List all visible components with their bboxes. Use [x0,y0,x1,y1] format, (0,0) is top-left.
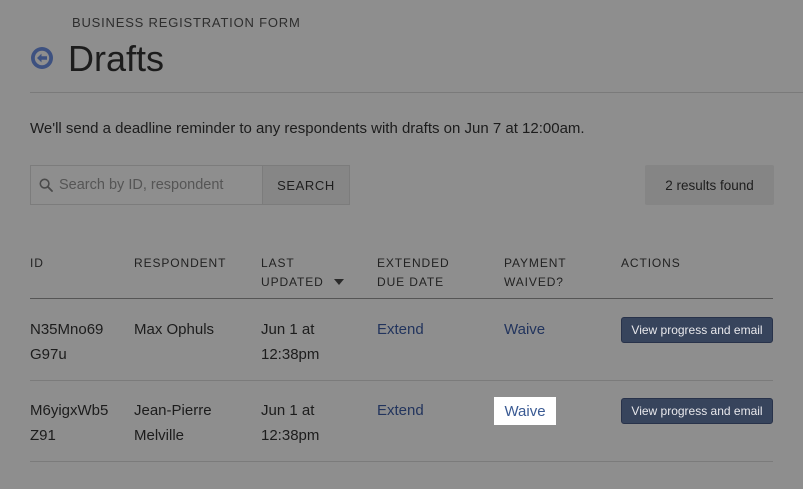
draft-id: M6yigxWb5Z91 [30,402,109,444]
extend-link[interactable]: Extend [377,402,424,419]
column-header-extended-due-date: EXTENDED DUE DATE [377,254,450,292]
column-header-label: DUE DATE [377,275,444,289]
column-header-last-updated[interactable]: LAST UPDATED [261,254,344,292]
waive-link[interactable]: Waive [504,321,545,338]
column-header-label: WAIVED? [504,275,564,289]
respondent-name: Max Ophuls [134,321,215,338]
column-header-label: RESPONDENT [134,256,227,270]
column-header-payment-waived: PAYMENT WAIVED? [504,254,567,292]
table-row: N35Mno69G97u Max Ophuls Jun 1 at 12:38pm… [30,300,773,381]
deadline-notice: We'll send a deadline reminder to any re… [30,120,585,137]
results-count-badge: 2 results found [645,165,774,205]
search-icon [39,178,53,192]
back-arrow-icon[interactable] [30,46,54,70]
column-header-label: UPDATED [261,275,324,289]
column-header-label: LAST [261,256,295,270]
header-divider [30,92,803,93]
search-input[interactable] [59,177,259,193]
view-progress-email-button[interactable]: View progress and email [621,398,773,424]
last-updated-time: 12:38pm [261,345,320,363]
waive-highlight: Waive [494,397,556,425]
last-updated: Jun 1 at 12:38pm [261,318,341,367]
last-updated-date: Jun 1 at [261,402,315,419]
table-row: M6yigxWb5Z91 Jean-Pierre Melville Jun 1 … [30,381,773,462]
last-updated: Jun 1 at 12:38pm [261,399,341,448]
column-header-respondent: RESPONDENT [134,254,226,273]
sort-descending-icon[interactable] [333,279,344,285]
respondent-name: Jean-Pierre Melville [134,402,212,444]
last-updated-date: Jun 1 at [261,321,315,338]
row-divider [30,461,773,462]
column-header-label: ID [30,256,44,270]
draft-id: N35Mno69G97u [30,321,104,363]
last-updated-time: 12:38pm [261,426,320,444]
search-box[interactable] [30,165,263,205]
form-name-label: BUSINESS REGISTRATION FORM [72,15,301,30]
column-header-label: PAYMENT [504,256,567,270]
column-header-label: ACTIONS [621,256,681,270]
waive-link[interactable]: Waive [504,403,545,420]
table-header-divider [30,298,773,299]
view-progress-email-button[interactable]: View progress and email [621,317,773,343]
drafts-page: BUSINESS REGISTRATION FORM Drafts We'll … [0,0,803,489]
column-header-actions: ACTIONS [621,254,681,273]
page-title: Drafts [68,38,165,79]
search-button[interactable]: SEARCH [262,165,350,205]
column-header-label: EXTENDED [377,256,450,270]
extend-link[interactable]: Extend [377,321,424,338]
column-header-id: ID [30,254,44,273]
